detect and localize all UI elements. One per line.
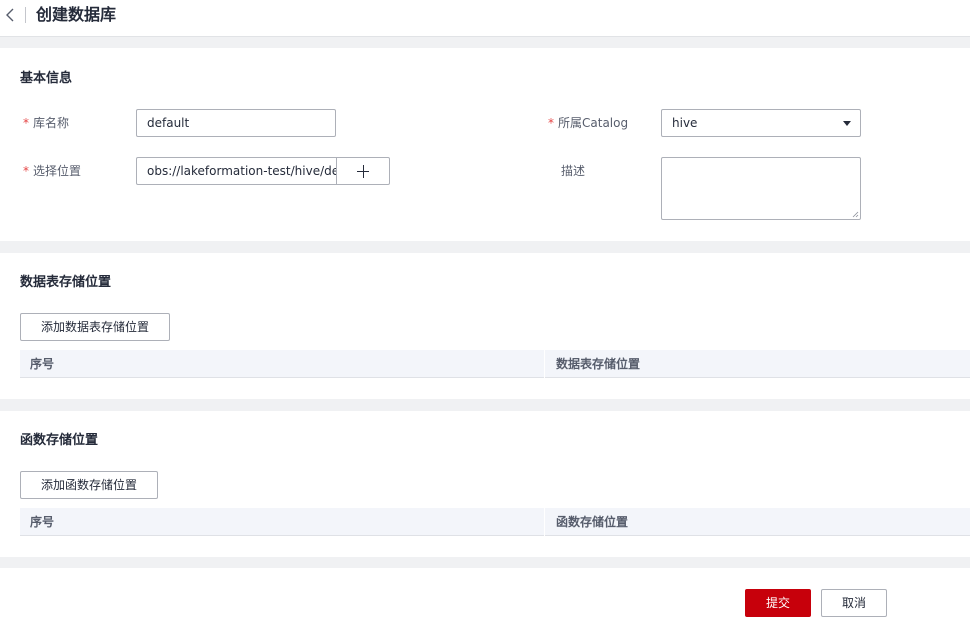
- section-title-table-storage: 数据表存储位置: [20, 275, 112, 290]
- column-header-index[interactable]: 序号: [30, 350, 54, 378]
- db-name-input[interactable]: default: [136, 109, 336, 137]
- required-mark: *: [548, 116, 554, 130]
- caret-down-icon: [843, 121, 851, 126]
- cancel-button[interactable]: 取消: [821, 589, 887, 617]
- description-textarea[interactable]: [661, 157, 861, 220]
- page-header: 创建数据库: [0, 0, 970, 37]
- back-button[interactable]: [4, 6, 18, 24]
- required-mark: *: [23, 164, 29, 178]
- page-title: 创建数据库: [36, 5, 117, 24]
- location-input[interactable]: obs://lakeformation-test/hive/defau: [136, 157, 337, 185]
- section-title-function-storage: 函数存储位置: [20, 433, 99, 448]
- catalog-label: * 所属Catalog: [548, 116, 629, 130]
- db-name-label: * 库名称: [23, 116, 70, 130]
- column-header-index[interactable]: 序号: [30, 508, 54, 536]
- function-storage-header: 序号 函数存储位置: [20, 508, 970, 536]
- submit-button[interactable]: 提交: [745, 589, 811, 617]
- resize-grip-icon[interactable]: [852, 211, 859, 218]
- chevron-left-icon: [6, 8, 14, 22]
- catalog-select[interactable]: hive: [661, 109, 861, 137]
- column-divider: [544, 350, 545, 378]
- location-label: * 选择位置: [23, 164, 82, 178]
- basic-info-section: 基本信息 * 库名称 default * 所属Catalog hive * 选择位置 …: [0, 48, 970, 241]
- column-header-table-location[interactable]: 数据表存储位置: [556, 350, 640, 378]
- table-storage-section: 数据表存储位置 添加数据表存储位置 序号 数据表存储位置: [0, 253, 970, 399]
- required-mark: *: [23, 116, 29, 130]
- footer-bar: 提交 取消: [0, 568, 970, 628]
- section-title-basic-info: 基本信息: [20, 71, 73, 86]
- description-label: 描述: [561, 164, 586, 178]
- select-location-button[interactable]: [336, 157, 390, 185]
- add-function-storage-button[interactable]: 添加函数存储位置: [20, 471, 158, 499]
- function-storage-section: 函数存储位置 添加函数存储位置 序号 函数存储位置: [0, 411, 970, 557]
- table-storage-header: 序号 数据表存储位置: [20, 350, 970, 378]
- catalog-select-value: hive: [672, 116, 698, 130]
- header-divider: [25, 7, 26, 23]
- add-table-storage-button[interactable]: 添加数据表存储位置: [20, 313, 170, 341]
- column-divider: [544, 508, 545, 536]
- column-header-function-location[interactable]: 函数存储位置: [556, 508, 628, 536]
